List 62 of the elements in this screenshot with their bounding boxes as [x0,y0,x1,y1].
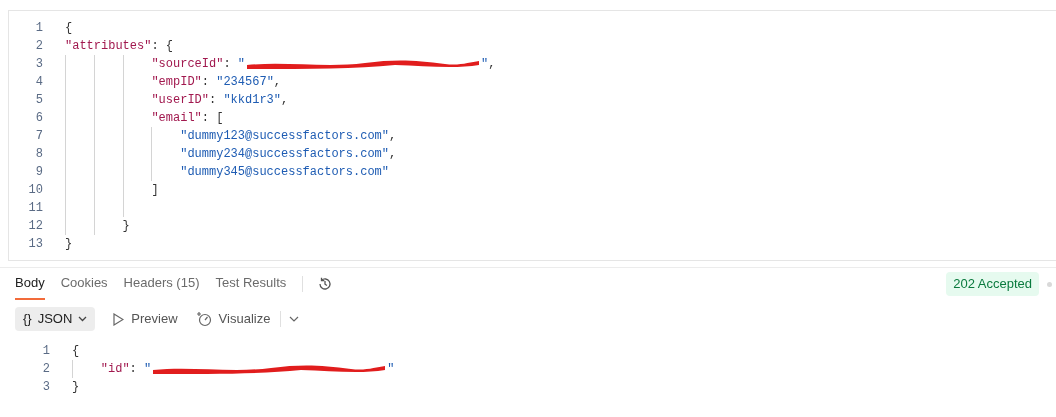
line-number: 3 [34,56,43,73]
json-punctuation: , [273,74,282,91]
line-number: 2 [41,361,50,378]
json-string: " [387,361,395,378]
json-punctuation: } [122,218,130,235]
json-punctuation: , [389,128,397,145]
line-number: 13 [27,236,43,253]
json-punctuation: } [65,236,73,253]
line-number: 2 [34,38,43,55]
json-punctuation: : [209,92,218,109]
line-number: 1 [34,20,43,37]
json-key: "userID" [151,91,209,109]
sparkle-gauge-icon [195,311,212,327]
json-punctuation: , [389,146,397,163]
line-number: 11 [27,200,43,217]
status-badge: 202 Accepted [946,272,1039,296]
line-number: 5 [34,92,43,109]
json-key: "empID" [151,73,202,91]
json-string: "dummy345@successfactors.com" [180,164,390,181]
line-number: 12 [27,218,43,235]
view-button[interactable]: Preview [113,309,178,329]
line-number: 9 [34,164,43,181]
json-punctuation: : [ [201,110,224,127]
json-key: "attributes" [65,37,152,55]
play-icon [113,312,125,326]
json-punctuation: : [223,56,232,73]
json-punctuation: } [72,379,80,396]
view-button[interactable]: Visualize [195,309,271,329]
json-punctuation: , [488,56,496,73]
json-punctuation: { [72,343,80,360]
response-tab[interactable]: Body [15,268,45,300]
json-string: " [481,56,489,73]
format-dropdown[interactable]: {} JSON [15,307,96,331]
history-icon[interactable] [317,276,334,292]
json-punctuation: : { [151,38,174,55]
json-punctuation: { [65,20,73,37]
line-number: 1 [41,343,50,360]
response-tab[interactable]: Test Results [215,268,287,300]
json-punctuation: : [201,74,210,91]
json-punctuation: : [129,361,138,378]
chevron-down-icon [78,316,88,322]
json-string: "dummy234@successfactors.com" [180,146,390,163]
json-string: "dummy123@successfactors.com" [180,128,390,145]
dot-icon [1047,281,1052,287]
json-string: " [144,361,152,378]
json-punctuation: ] [151,182,159,199]
json-punctuation: , [281,92,289,109]
response-tab[interactable]: Headers (15) [123,268,200,300]
line-number: 6 [34,110,43,127]
chevron-down-icon[interactable] [289,316,300,322]
json-string: "kkd1r3" [223,92,281,109]
line-number: 4 [34,74,43,91]
json-string: "234567" [216,74,274,91]
json-key: "sourceId" [151,55,224,73]
json-key: "id" [100,360,130,378]
line-number: 10 [27,182,43,199]
line-number: 8 [34,146,43,163]
line-number: 7 [34,128,43,145]
line-number: 3 [41,379,50,396]
json-string: " [237,56,245,73]
json-key: "email" [151,109,202,127]
response-tab[interactable]: Cookies [60,268,108,300]
